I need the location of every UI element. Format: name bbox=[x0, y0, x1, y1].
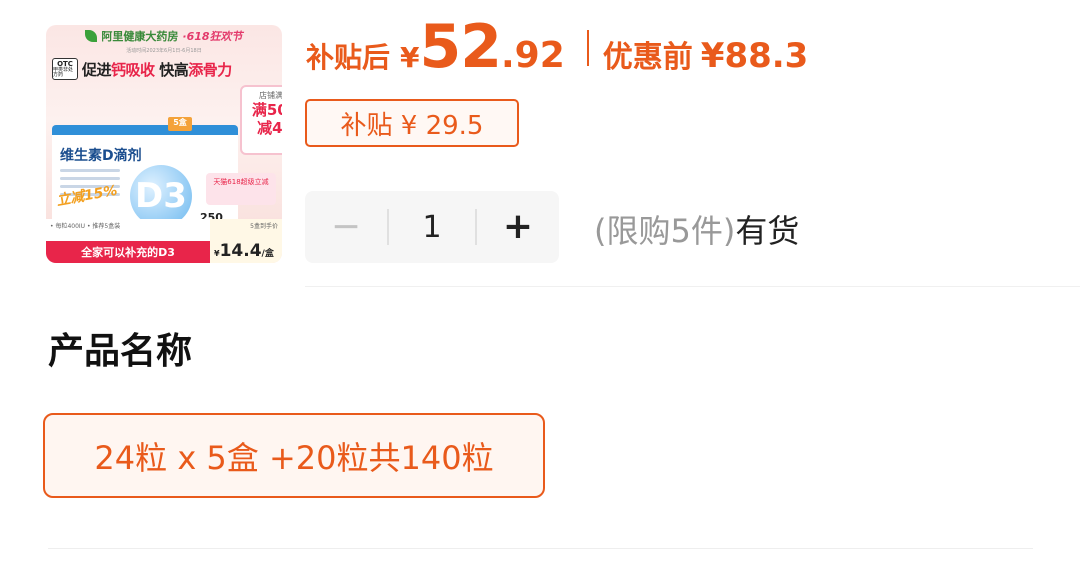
store-promo-value1: 满500 bbox=[251, 101, 282, 119]
after-subsidy-price-dec: .92 bbox=[501, 35, 565, 76]
stock-status: 有货 bbox=[735, 212, 800, 250]
otc-badge: OTC 甲类非处方药 bbox=[52, 58, 78, 80]
store-promo-value2: 减40 bbox=[257, 119, 282, 137]
image-unit-price-label: 5盒到手价 bbox=[250, 223, 278, 230]
before-discount-label: 优惠前 bbox=[602, 40, 693, 75]
subsidy-badge: 补贴 ¥ 29.5 bbox=[305, 99, 519, 147]
sku-option-selected[interactable]: 24粒 x 5盒 +20粒共140粒 bbox=[43, 413, 545, 498]
after-subsidy-price-int: 52 bbox=[419, 12, 502, 82]
leaf-logo-icon bbox=[85, 30, 98, 42]
divider bbox=[48, 548, 1033, 549]
increment-button[interactable]: + bbox=[477, 191, 559, 263]
box-count-tag: 5盒 bbox=[168, 117, 192, 131]
medicine-box-title: 维生素D滴剂 bbox=[60, 148, 142, 164]
image-unit-suffix: /盒 bbox=[261, 249, 274, 259]
image-slogan-row: OTC 甲类非处方药 促进钙吸收 快高添骨力 bbox=[52, 57, 278, 81]
d3-symbol: D3 bbox=[130, 165, 192, 227]
store-promo-card: 店铺满减 满500 减40 bbox=[240, 85, 282, 155]
quantity-stepper: − 1 + bbox=[305, 191, 559, 263]
image-unit-value: 14.4 bbox=[219, 241, 262, 261]
image-slogan: 促进钙吸收 快高添骨力 bbox=[82, 59, 232, 80]
image-bottom-bar: • 每粒400IU • 推荐5盒装 全家可以补充的D3 5盒到手价 ¥14.4/… bbox=[46, 219, 282, 263]
slogan-a: 促进 bbox=[82, 60, 112, 79]
image-unit-price-box: 5盒到手价 ¥14.4/盒 bbox=[210, 219, 282, 263]
slogan-a-highlight: 钙吸收 bbox=[111, 60, 155, 79]
price-line: 补贴后 ¥ 52 .92 优惠前 ¥88.3 bbox=[306, 12, 808, 84]
tmall-promo-tag: 天猫618超级立减 bbox=[206, 173, 276, 205]
decrement-button[interactable]: − bbox=[305, 191, 387, 263]
image-banner-store: 阿里健康大药房 bbox=[101, 30, 179, 43]
slogan-b-highlight: 添骨力 bbox=[188, 60, 232, 79]
product-image[interactable]: 阿里健康大药房 ·618狂欢节 活动时间2023年6月1日-6月18日 OTC … bbox=[46, 25, 282, 263]
otc-badge-sub: 甲类非处方药 bbox=[53, 66, 74, 78]
after-subsidy-label: 补贴后 bbox=[306, 41, 391, 74]
price-separator bbox=[586, 30, 589, 66]
store-promo-label: 店铺满减 bbox=[259, 91, 282, 100]
image-bottom-main: 全家可以补充的D3 bbox=[46, 241, 210, 263]
section-title: 产品名称 bbox=[48, 331, 193, 372]
image-bottom-small: • 每粒400IU • 推荐5盒装 bbox=[50, 223, 121, 230]
quantity-value[interactable]: 1 bbox=[389, 210, 475, 245]
stock-info: (限购5件)有货 bbox=[594, 206, 799, 252]
image-unit-price: ¥14.4/盒 bbox=[214, 241, 274, 261]
slogan-b: 快高 bbox=[159, 60, 189, 79]
purchase-limit: (限购5件) bbox=[594, 212, 736, 250]
image-fine-print: 活动时间2023年6月1日-6月18日 bbox=[126, 48, 202, 54]
before-discount-price: ¥88.3 bbox=[700, 36, 809, 76]
after-subsidy-currency: ¥ bbox=[400, 41, 420, 74]
image-bottom-left: • 每粒400IU • 推荐5盒装 全家可以补充的D3 bbox=[46, 219, 210, 263]
divider bbox=[305, 286, 1080, 287]
image-banner-festival: ·618狂欢节 bbox=[182, 30, 243, 43]
image-banner: 阿里健康大药房 ·618狂欢节 bbox=[46, 25, 282, 47]
